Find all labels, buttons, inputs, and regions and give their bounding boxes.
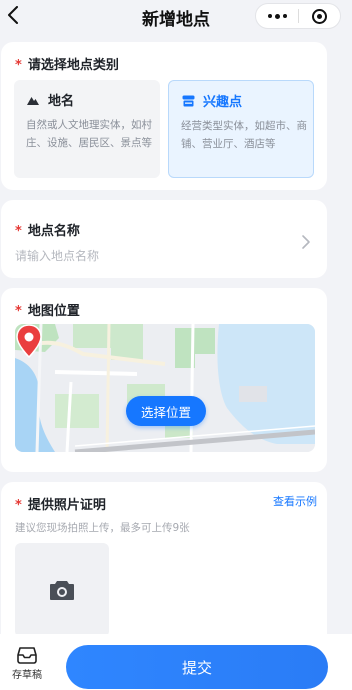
category-option-label: 地名 bbox=[48, 94, 75, 109]
location-pin-icon bbox=[16, 324, 42, 358]
more-button[interactable] bbox=[256, 4, 298, 28]
category-option-description: 经营类型实体，如超市、商铺、营业厅、酒店等 bbox=[181, 120, 307, 150]
inbox-tray-icon bbox=[17, 647, 37, 664]
save-draft-button[interactable]: 存草稿 bbox=[7, 646, 47, 681]
required-mark: * bbox=[15, 224, 22, 239]
category-option-poi[interactable]: 兴趣点 经营类型实体，如超市、商铺、营业厅、酒店等 bbox=[168, 80, 314, 178]
close-button[interactable] bbox=[299, 4, 340, 28]
map-tiles bbox=[15, 324, 315, 452]
photo-section-title: * 提供照片证明 bbox=[15, 494, 106, 513]
map-preview[interactable]: 选择位置 bbox=[15, 324, 315, 452]
view-example-link[interactable]: 查看示例 bbox=[273, 493, 317, 509]
camera-icon bbox=[50, 581, 74, 600]
photo-upload-button[interactable] bbox=[15, 543, 109, 637]
category-title-text: 请选择地点类别 bbox=[27, 58, 119, 73]
photo-proof-card: * 提供照片证明 查看示例 建议您现场拍照上传，最多可上传9张 bbox=[1, 482, 327, 652]
map-section-title: * 地图位置 bbox=[15, 300, 80, 319]
nav-header: 新增地点 bbox=[0, 0, 352, 32]
submit-button[interactable]: 提交 bbox=[66, 645, 328, 689]
category-option-description: 自然或人文地理实体，如村庄、设施、居民区、景点等 bbox=[26, 119, 152, 149]
map-title-text: 地图位置 bbox=[27, 304, 80, 319]
place-name-card[interactable]: * 地点名称 请输入地点名称 bbox=[1, 200, 327, 278]
category-section-title: * 请选择地点类别 bbox=[15, 54, 119, 73]
photo-title-text: 提供照片证明 bbox=[27, 498, 106, 513]
select-location-button[interactable]: 选择位置 bbox=[126, 396, 206, 426]
save-draft-label: 存草稿 bbox=[12, 670, 42, 681]
map-location-card: * 地图位置 选择位置 bbox=[1, 288, 327, 472]
category-option-place-name[interactable]: 地名 自然或人文地理实体，如村庄、设施、居民区、景点等 bbox=[14, 80, 160, 178]
target-close-icon bbox=[312, 8, 327, 24]
place-name-input[interactable]: 请输入地点名称 bbox=[15, 247, 99, 264]
place-name-section-title: * 地点名称 bbox=[15, 220, 80, 239]
chevron-right-icon bbox=[302, 235, 310, 249]
place-name-title-text: 地点名称 bbox=[27, 224, 80, 239]
category-card: * 请选择地点类别 地名 自然或人文地理实体，如村庄、设施、居民区、景点等 兴趣点 bbox=[1, 42, 327, 190]
required-mark: * bbox=[15, 498, 22, 513]
more-dots-icon bbox=[267, 14, 272, 18]
mini-program-capsule bbox=[255, 3, 341, 29]
storefront-icon bbox=[181, 94, 195, 108]
category-option-label: 兴趣点 bbox=[203, 95, 243, 110]
required-mark: * bbox=[15, 58, 22, 73]
bottom-action-bar: 存草稿 提交 bbox=[0, 634, 352, 690]
mountain-icon bbox=[26, 93, 40, 107]
photo-hint-text: 建议您现场拍照上传，最多可上传9张 bbox=[15, 522, 190, 534]
required-mark: * bbox=[15, 304, 22, 319]
